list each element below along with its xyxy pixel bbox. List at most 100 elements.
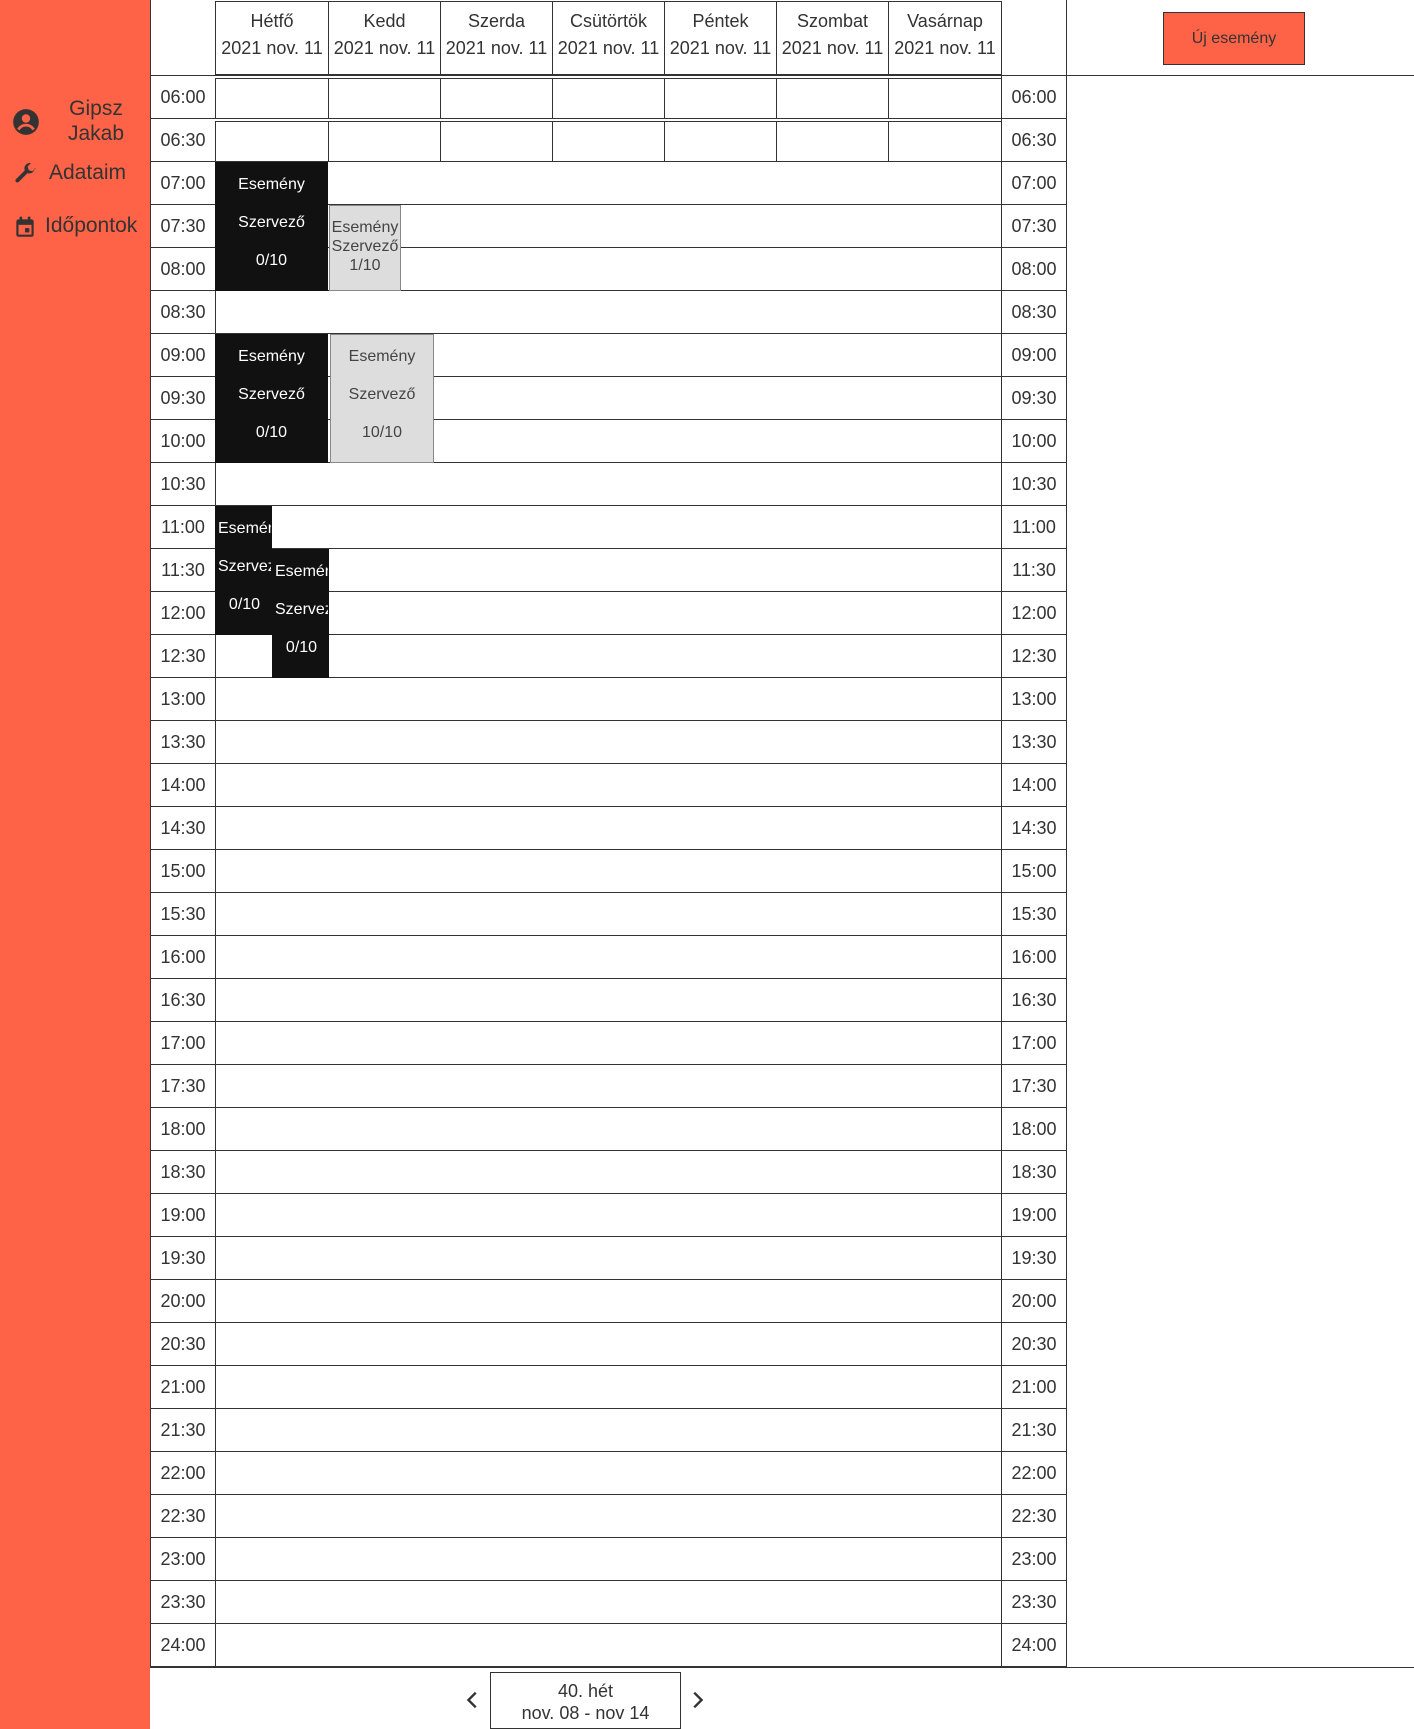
time-label-right: 18:30 [1001, 1151, 1066, 1194]
time-label-right: 06:30 [1001, 119, 1066, 162]
time-slot[interactable] [215, 121, 329, 162]
time-label-right: 08:30 [1001, 291, 1066, 334]
time-slot[interactable] [328, 121, 441, 162]
time-slot-row[interactable] [215, 850, 1002, 893]
time-slot[interactable] [440, 78, 553, 119]
time-label-right: 09:30 [1001, 377, 1066, 420]
nav-link-idopontok[interactable]: Időpontok [8, 211, 154, 243]
time-slot-row[interactable] [215, 1495, 1002, 1538]
time-slot-row[interactable] [215, 1022, 1002, 1065]
day-name: Péntek [692, 11, 749, 31]
event-card[interactable]: Esemény Szervező 1/10 [329, 205, 401, 291]
time-slot-row[interactable] [215, 1065, 1002, 1108]
side-panel [1066, 76, 1414, 1668]
day-date: 2021 nov. 11 [445, 38, 548, 58]
time-slot-row[interactable] [215, 1108, 1002, 1151]
time-label-right: 16:00 [1001, 936, 1066, 979]
time-label-left: 17:30 [150, 1065, 215, 1108]
time-slot[interactable] [328, 78, 441, 119]
time-label-left: 20:00 [150, 1280, 215, 1323]
time-slot[interactable] [664, 78, 777, 119]
time-slot[interactable] [888, 121, 1002, 162]
time-slot[interactable] [664, 121, 777, 162]
time-label-right: 20:00 [1001, 1280, 1066, 1323]
footer-divider [150, 1667, 1414, 1668]
time-slot-row[interactable] [215, 893, 1002, 936]
time-slot[interactable] [552, 78, 665, 119]
time-slot[interactable] [215, 78, 329, 119]
time-slot-row[interactable] [215, 721, 1002, 764]
time-label-right: 15:00 [1001, 850, 1066, 893]
day-header: Vasárnap 2021 nov. 11 [888, 1, 1002, 75]
day-header: Hétfő 2021 nov. 11 [215, 1, 329, 75]
time-slot-row[interactable] [215, 291, 1002, 334]
time-slot-row[interactable] [215, 764, 1002, 807]
time-label-right: 12:30 [1001, 635, 1066, 678]
time-slot[interactable] [552, 121, 665, 162]
event-card[interactable]: Esemény Szervező 0/10 [215, 162, 328, 291]
week-indicator: 40. hét nov. 08 - nov 14 [490, 1672, 681, 1729]
time-label-right: 11:30 [1001, 549, 1066, 592]
time-label-right: 23:00 [1001, 1538, 1066, 1581]
event-card[interactable]: Esemény Szervező 10/10 [330, 334, 434, 463]
time-slot[interactable] [888, 78, 1002, 119]
time-slot-row[interactable] [215, 162, 1002, 205]
day-name: Csütörtök [569, 11, 648, 31]
time-slot-row[interactable] [215, 936, 1002, 979]
time-slot-row[interactable] [215, 1624, 1002, 1667]
time-slot-row[interactable] [215, 807, 1002, 850]
time-slot-row[interactable] [215, 635, 1002, 678]
time-slot[interactable] [776, 121, 889, 162]
nav-label-idopontok[interactable]: Időpontok [45, 214, 137, 238]
nav-label-adataim[interactable]: Adataim [49, 161, 126, 185]
time-slot-row[interactable] [215, 1538, 1002, 1581]
time-slot-row[interactable] [215, 1409, 1002, 1452]
event-card[interactable]: Esemény Szervező 0/10 [215, 506, 272, 635]
event-card[interactable]: Esemény Szervező 0/10 [215, 334, 328, 463]
event-title: Esemény [275, 562, 328, 580]
time-slot-row[interactable] [215, 1323, 1002, 1366]
time-slot-row[interactable] [215, 1237, 1002, 1280]
time-slot-row[interactable] [215, 979, 1002, 1022]
time-label-right: 22:00 [1001, 1452, 1066, 1495]
nav-link-adataim[interactable]: Adataim [8, 158, 150, 190]
time-slot-row[interactable] [215, 1452, 1002, 1495]
header-divider [1066, 0, 1067, 76]
time-slot-row[interactable] [215, 1280, 1002, 1323]
time-slot-row[interactable] [215, 678, 1002, 721]
new-event-button[interactable]: Új esemény [1163, 12, 1305, 65]
time-label-right: 19:00 [1001, 1194, 1066, 1237]
time-slot-row[interactable] [215, 1581, 1002, 1624]
chevron-right-icon[interactable] [686, 1688, 708, 1712]
chevron-left-icon[interactable] [462, 1688, 484, 1712]
time-label-left: 24:00 [150, 1624, 215, 1667]
time-label-right: 11:00 [1001, 506, 1066, 549]
time-slot[interactable] [440, 121, 553, 162]
event-organizer: Szervező [238, 385, 305, 403]
day-name: Hétfő [250, 11, 294, 31]
day-header: Szombat 2021 nov. 11 [776, 1, 889, 75]
time-slot-row[interactable] [215, 549, 1002, 592]
time-label-left: 15:00 [150, 850, 215, 893]
time-slot-row[interactable] [215, 506, 1002, 549]
event-card[interactable]: Esemény Szervező 0/10 [272, 549, 329, 678]
time-label-right: 10:00 [1001, 420, 1066, 463]
event-organizer: Szervező [218, 557, 271, 575]
time-label-right: 09:00 [1001, 334, 1066, 377]
time-slot-row[interactable] [215, 1151, 1002, 1194]
time-slot-row[interactable] [215, 1194, 1002, 1237]
time-slot-row[interactable] [215, 592, 1002, 635]
time-label-right: 13:00 [1001, 678, 1066, 721]
time-label-right: 06:00 [1001, 76, 1066, 119]
day-name: Vasárnap [907, 11, 983, 31]
event-capacity: 0/10 [255, 251, 288, 269]
time-slot[interactable] [776, 78, 889, 119]
week-number: 40. hét [557, 1681, 614, 1701]
time-slot-row[interactable] [215, 463, 1002, 506]
calendar-icon [16, 216, 34, 237]
time-label-right: 17:00 [1001, 1022, 1066, 1065]
time-label-left: 09:00 [150, 334, 215, 377]
time-slot-row[interactable] [215, 1366, 1002, 1409]
time-label-right: 21:00 [1001, 1366, 1066, 1409]
day-name: Szerda [467, 11, 526, 31]
